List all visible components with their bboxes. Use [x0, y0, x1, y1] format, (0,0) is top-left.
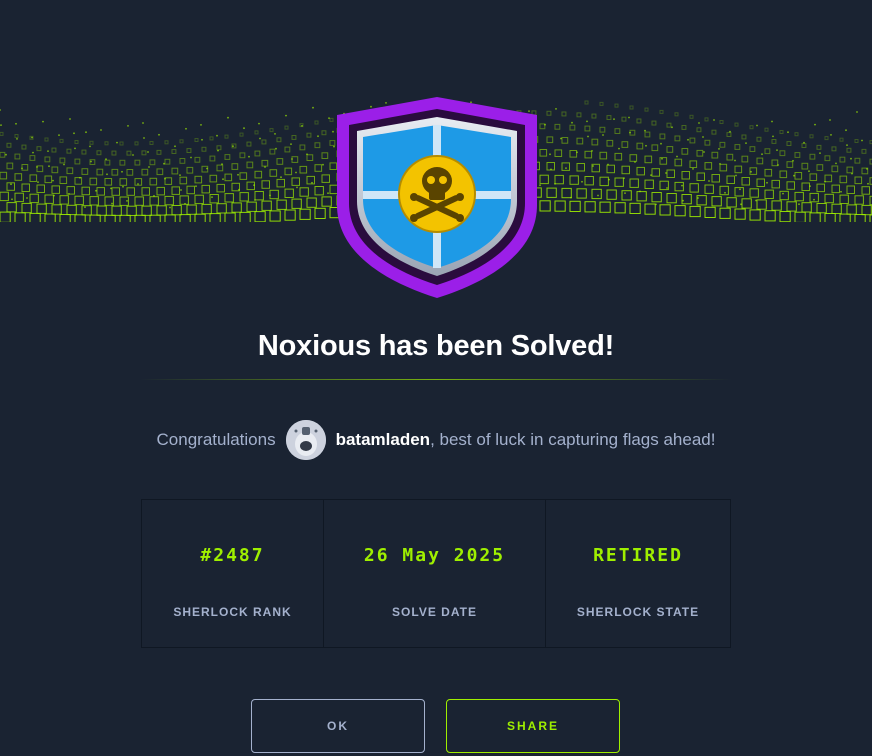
stat-value: 26 May 2025: [363, 545, 506, 566]
divider: [140, 379, 732, 380]
stat-value: RETIRED: [593, 545, 683, 566]
sherlock-badge: [334, 95, 540, 300]
share-button[interactable]: SHARE: [446, 699, 620, 753]
stat-sherlock-state: RETIRED SHERLOCK STATE: [546, 500, 730, 647]
stat-label: SHERLOCK RANK: [173, 605, 292, 619]
username: batamladen: [335, 430, 431, 449]
page-title: Noxious has been Solved!: [257, 330, 615, 362]
stat-solve-date: 26 May 2025 SOLVE DATE: [324, 500, 546, 647]
congrats-prefix: Congratulations: [156, 430, 276, 449]
stat-label: SHERLOCK STATE: [576, 605, 700, 619]
skull-crossbones-icon: [398, 155, 476, 233]
congratulations-message: Congratulations batamladen , best of luc…: [0, 418, 872, 462]
ok-button[interactable]: OK: [251, 699, 425, 753]
stat-label: SOLVE DATE: [392, 605, 477, 619]
stat-value: #2487: [200, 545, 265, 566]
stats-panel: #2487 SHERLOCK RANK 26 May 2025 SOLVE DA…: [141, 499, 731, 648]
avatar-icon: [285, 420, 326, 460]
stat-sherlock-rank: #2487 SHERLOCK RANK: [142, 500, 324, 647]
congrats-suffix: , best of luck in capturing flags ahead!: [430, 430, 716, 449]
